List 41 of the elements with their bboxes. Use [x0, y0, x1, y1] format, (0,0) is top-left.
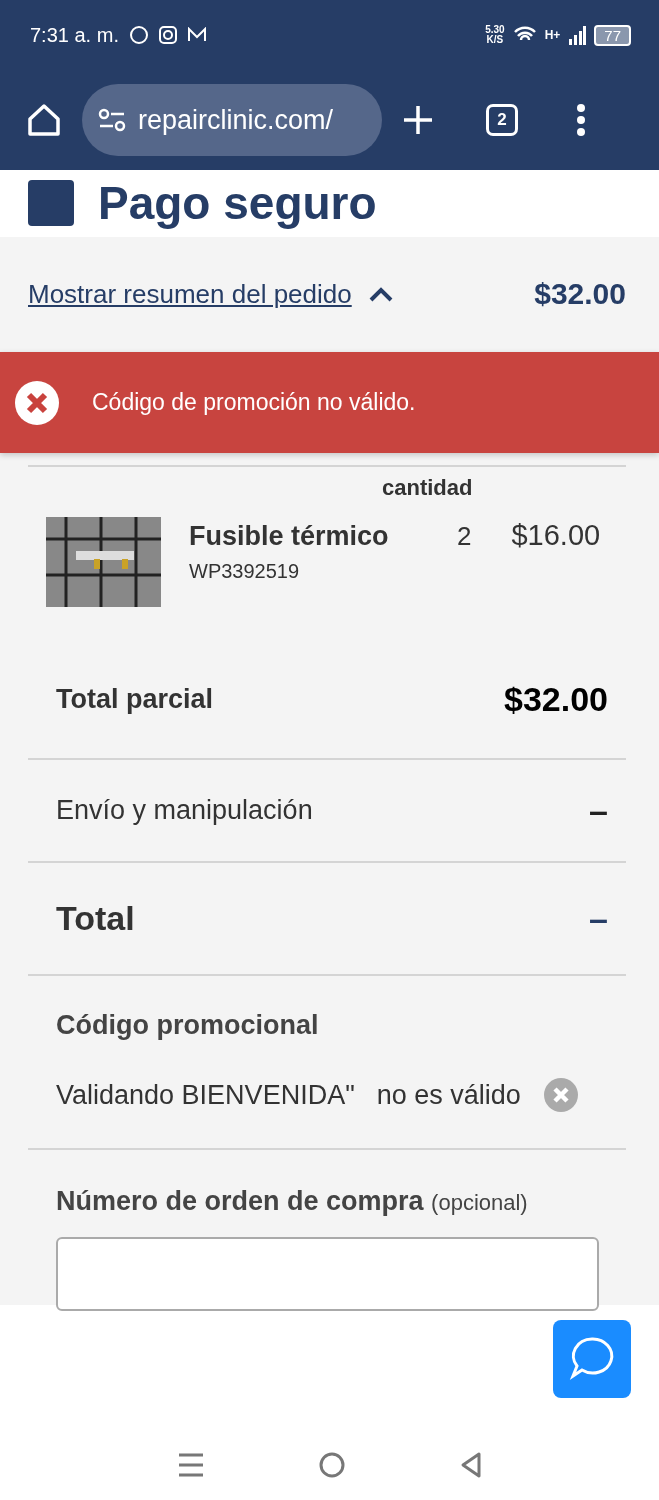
shipping-label: Envío y manipulación	[56, 795, 313, 826]
tab-count-button[interactable]: 2	[486, 104, 518, 136]
total-label: Total	[56, 899, 135, 938]
more-icon[interactable]	[576, 104, 586, 136]
address-bar[interactable]: repairclinic.com/	[82, 84, 382, 156]
product-sku: WP3392519	[189, 560, 301, 583]
chevron-icon[interactable]	[367, 285, 394, 303]
home-circle-icon[interactable]	[317, 1451, 346, 1479]
plus-icon[interactable]	[402, 104, 434, 136]
order-summary-link[interactable]: Mostrar resumen del pedido	[28, 278, 352, 310]
signal-icon	[568, 25, 587, 45]
tune-icon	[98, 108, 126, 132]
product-quantity: 2	[457, 520, 472, 553]
clock-time: 7:31 a. m.	[30, 23, 119, 47]
url-text: repairclinic.com/	[138, 104, 334, 136]
page-title: Pago seguro	[98, 176, 377, 230]
chat-button[interactable]	[553, 1320, 631, 1398]
subtotal-value: $32.00	[504, 680, 608, 719]
remove-icon[interactable]	[542, 1077, 579, 1113]
network-type: H+	[544, 28, 561, 42]
menu-icon[interactable]	[176, 1452, 205, 1478]
promo-label: Código promocional	[56, 1010, 320, 1041]
error-icon	[14, 379, 60, 426]
quantity-header: cantidad	[381, 475, 474, 501]
subtotal-label: Total parcial	[56, 684, 214, 715]
dash-value: –	[589, 791, 608, 830]
promo-status: no es válido	[376, 1079, 521, 1111]
speed-unit: K/S	[486, 35, 504, 45]
product-price: $16.00	[511, 518, 601, 553]
toast-message: Código de promoción no válido.	[92, 389, 416, 416]
speed-value: 5.30	[485, 25, 505, 35]
camera-icon	[158, 26, 177, 44]
promo-code: Validando BIENVENIDA"	[56, 1079, 355, 1111]
po-label: Número de orden de compra (opcional)	[56, 1186, 529, 1217]
mail-icon	[186, 27, 207, 43]
home-icon[interactable]	[26, 102, 62, 138]
product-name: Fusible térmico	[189, 521, 390, 552]
dash-value: –	[589, 899, 608, 938]
po-input[interactable]	[56, 1237, 599, 1311]
battery-level: 77	[594, 24, 631, 46]
order-total: $32.00	[534, 277, 626, 311]
